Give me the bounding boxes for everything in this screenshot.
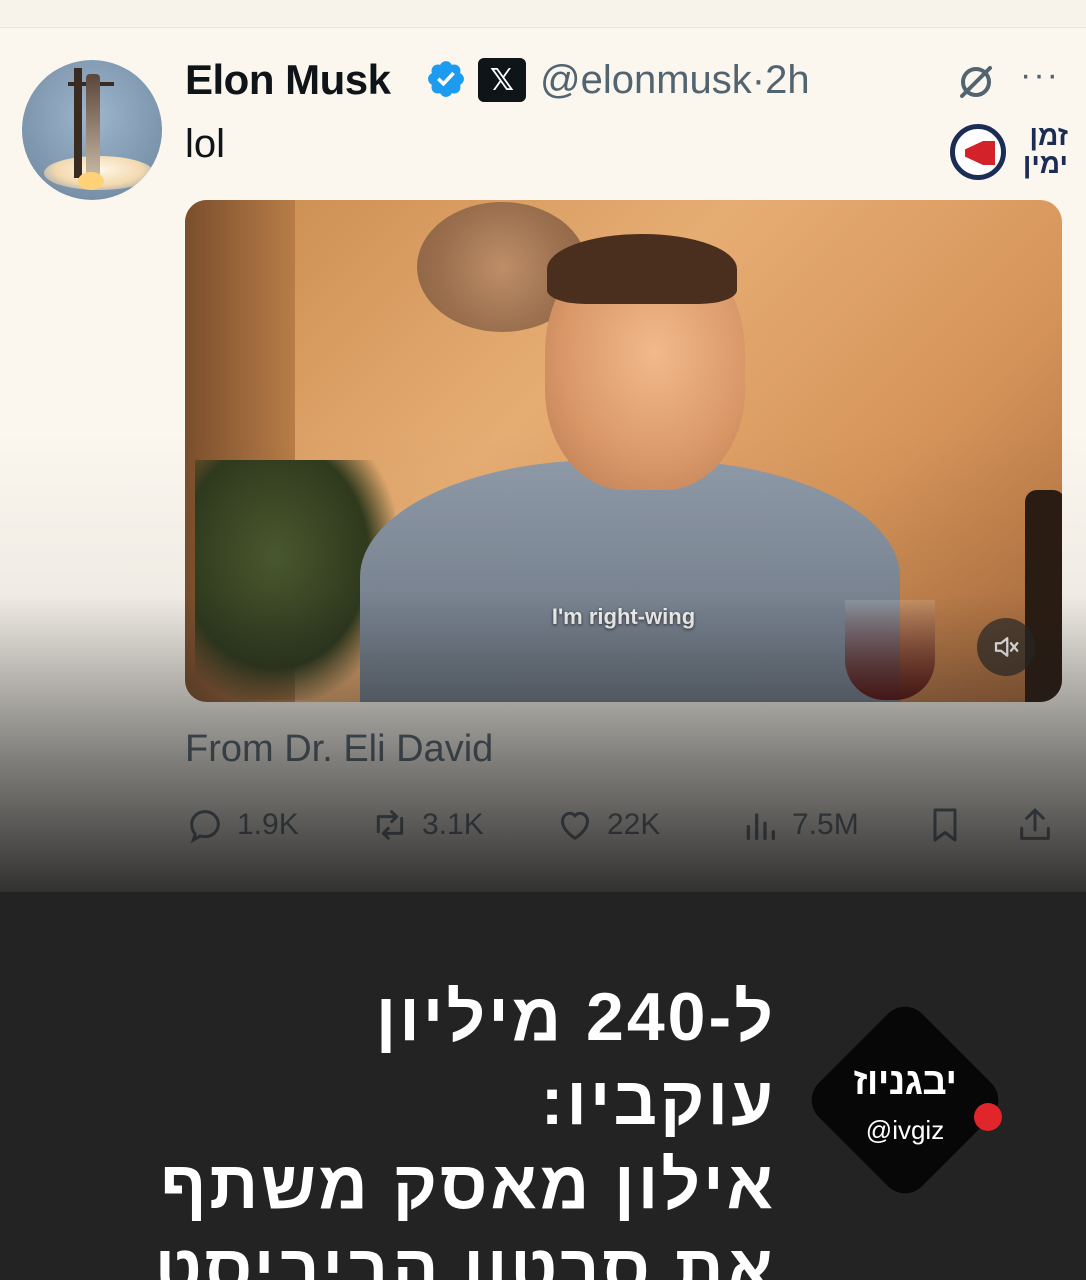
avatar[interactable] <box>22 60 162 200</box>
reply-icon <box>190 810 220 844</box>
zman-yamin-text: זמן ימין <box>1010 122 1068 178</box>
more-icon[interactable]: ··· <box>1020 56 1060 95</box>
handle[interactable]: @elonmusk <box>540 58 752 102</box>
author-name[interactable]: Elon Musk <box>185 56 391 104</box>
rocket-flame <box>78 172 104 190</box>
hebrew-headline: ל-240 מיליון עוקביו: אילון מאסק משתף את … <box>120 975 776 1280</box>
wine-bottle <box>1025 490 1062 702</box>
video-player[interactable]: I'm right-wing <box>185 200 1062 702</box>
top-strip <box>0 0 1086 28</box>
repost-button[interactable]: 3.1K <box>370 800 484 850</box>
headline-line-3: את סרטון הביביסט <box>154 1231 776 1280</box>
bookmark-icon <box>933 808 957 842</box>
reply-count: 1.9K <box>237 808 299 841</box>
ivgiz-logo: יבגניוז @ivgiz <box>801 996 1009 1204</box>
mute-icon-glyph <box>994 637 1019 657</box>
bookmark-button[interactable] <box>925 800 977 850</box>
share-button[interactable] <box>1015 800 1067 850</box>
person-hair <box>547 234 737 304</box>
ivgiz-handle: @ivgiz <box>865 1115 945 1145</box>
zman-line1: זמן <box>1029 120 1068 151</box>
mute-icon[interactable] <box>977 618 1035 676</box>
reply-button[interactable]: 1.9K <box>185 800 299 850</box>
like-button[interactable]: 22K <box>555 800 660 850</box>
like-count: 22K <box>607 808 661 841</box>
tweet-actions: 1.9K 3.1K 22K 7.5M <box>185 800 1062 850</box>
timestamp[interactable]: 2h <box>765 58 810 102</box>
live-dot-icon <box>974 1103 1002 1131</box>
ivgiz-name: יבגניוז <box>853 1061 957 1103</box>
grok-icon[interactable] <box>956 62 996 102</box>
headline-line-1: ל-240 מיליון עוקביו: <box>375 979 776 1139</box>
x-logo-icon: 𝕏 <box>478 58 526 102</box>
verified-badge-icon <box>428 61 464 97</box>
handle-and-time[interactable]: @elonmusk·2h <box>540 58 810 103</box>
separator: · <box>751 58 766 102</box>
zman-line2: ימין <box>1022 148 1068 179</box>
repost-count: 3.1K <box>422 808 484 841</box>
rocket <box>86 74 100 178</box>
views-count: 7.5M <box>792 808 859 841</box>
megaphone-icon <box>950 124 1006 180</box>
zman-yamin-logo: זמן ימין <box>950 122 1068 184</box>
person-body <box>360 460 900 702</box>
heart-icon <box>561 811 589 840</box>
views-icon <box>746 813 775 840</box>
video-caption: I'm right-wing <box>551 604 696 629</box>
headline-line-2: אילון מאסק משתף <box>160 1147 776 1223</box>
video-source-attribution[interactable]: From Dr. Eli David <box>185 728 493 771</box>
tweet-text: lol <box>185 122 226 166</box>
share-icon <box>1020 808 1050 840</box>
repost-icon <box>376 810 404 840</box>
views-button[interactable]: 7.5M <box>740 800 859 850</box>
